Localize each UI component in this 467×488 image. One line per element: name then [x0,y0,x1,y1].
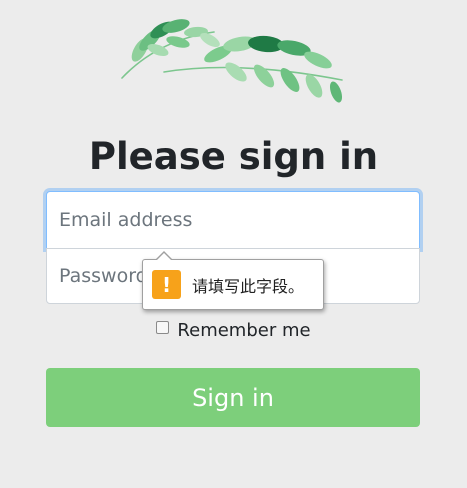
validation-message: 请填写此字段。 [192,276,305,296]
signin-page: Please sign in ! 请填写此字段。 Remember me Sig… [0,0,467,488]
page-title: Please sign in [88,135,379,178]
validation-tooltip: ! 请填写此字段。 [142,251,324,310]
tooltip-arrow-fill [156,253,172,261]
sign-in-button[interactable]: Sign in [46,368,420,427]
email-input[interactable] [46,191,420,249]
remember-me[interactable]: Remember me [0,320,467,341]
warning-icon: ! [152,270,181,299]
remember-label: Remember me [177,320,311,341]
leaf-branch-icon [121,19,343,103]
remember-checkbox[interactable] [156,321,170,334]
